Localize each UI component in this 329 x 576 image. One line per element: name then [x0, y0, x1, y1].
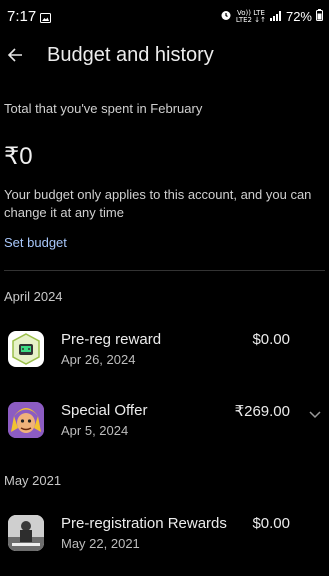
item-date: May 22, 2021 [61, 536, 140, 551]
battlegrounds-game-icon [8, 515, 44, 551]
status-time: 7:17 [7, 8, 37, 25]
item-title: Pre-reg reward [61, 331, 162, 348]
item-date: Apr 26, 2024 [61, 352, 136, 367]
item-title: Pre-registration Rewards [61, 515, 227, 532]
network-label: Vo)) LTE LTE2 ↓↑ [235, 9, 266, 24]
clash-game-icon [8, 402, 44, 438]
android-reward-icon [8, 331, 44, 367]
chevron-down-icon[interactable] [309, 406, 321, 424]
item-price: $0.00 [252, 515, 290, 532]
gallery-notification-icon [40, 10, 51, 28]
alarm-icon [220, 9, 232, 24]
list-item[interactable]: Special Offer Apr 5, 2024 ₹269.00 [0, 402, 329, 462]
item-title: Special Offer [61, 402, 148, 419]
section-header-may-2021: May 2021 [4, 473, 62, 488]
top-app-bar: Budget and history [0, 34, 329, 78]
item-date: Apr 5, 2024 [61, 423, 129, 438]
spent-amount: ₹0 [4, 143, 33, 170]
back-arrow-icon[interactable] [2, 42, 28, 68]
divider [4, 270, 325, 271]
status-bar: 7:17 Vo)) LTE LTE2 ↓↑ 72% [0, 0, 329, 34]
set-budget-link[interactable]: Set budget [4, 235, 67, 250]
section-header-april-2024: April 2024 [4, 289, 63, 304]
budget-note: Your budget only applies to this account… [4, 187, 312, 220]
battery-percent: 72% [285, 9, 312, 24]
list-item[interactable]: Pre-registration Rewards May 22, 2021 $0… [0, 515, 329, 575]
signal-icon [269, 9, 282, 24]
list-item[interactable]: Pre-reg reward Apr 26, 2024 $0.00 [0, 331, 329, 391]
spent-label: Total that you've spent in February [4, 101, 203, 116]
item-price: $0.00 [252, 331, 290, 348]
network-bottom-text: LTE2 ↓↑ [235, 15, 266, 24]
status-indicators: Vo)) LTE LTE2 ↓↑ 72% [220, 9, 323, 24]
page-title: Budget and history [47, 44, 214, 66]
item-price: ₹269.00 [234, 403, 290, 420]
battery-icon [316, 9, 323, 24]
